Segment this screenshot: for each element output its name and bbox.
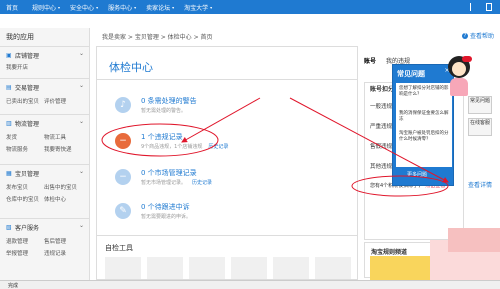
sidebar-section-trade: ▤ 交易管理 ⌄ 已卖出的宝贝 评价管理 (0, 78, 90, 114)
sidebar-link-warehouse[interactable]: 仓库中的宝贝 (6, 195, 39, 203)
sidebar-section-title[interactable]: ▥ 物流管理 (6, 119, 39, 128)
account-title: 账号扣分 (370, 86, 395, 93)
nav-rules[interactable]: 规则中心 (32, 3, 56, 12)
sidebar-link-express[interactable]: 我要寄快递 (44, 145, 72, 153)
chevron-down-icon[interactable]: ▾ (96, 5, 98, 10)
sidebar-section-title[interactable]: ▣ 店铺管理 (6, 51, 39, 60)
market-desc: 暂无市场管理记录。 历史记录 (141, 180, 213, 186)
tool-tile[interactable] (147, 257, 183, 279)
row-fake: 售假违规 (370, 144, 393, 150)
nav-security[interactable]: 安全中心 (70, 3, 94, 12)
breadcrumb[interactable]: 我是卖家 > 宝贝管理 > 体检中心 > 首页 (102, 32, 213, 41)
truck-icon: ▥ (6, 119, 12, 127)
violations-item: − 1 个违规记录 9个商品违规，1个店铺违规 历史记录 (115, 131, 345, 161)
sidebar-section-shop: ▣ 店铺管理 ⌄ 我要开店 (0, 46, 90, 78)
assistant-avatar[interactable] (444, 56, 474, 100)
market-item: − 0 个市场管理记录 暂无市场管理记录。 历史记录 (115, 167, 345, 197)
sidebar-link-check-center[interactable]: 体检中心 (44, 195, 66, 203)
sidebar-link-on-sale[interactable]: 出售中的宝贝 (44, 183, 77, 191)
minus-icon: − (115, 169, 131, 185)
sidebar-link-aftersale[interactable]: 售后管理 (44, 237, 66, 245)
divider (470, 3, 476, 11)
status-bar: 完成 (0, 280, 500, 289)
top-nav: 首页 规则中心 ▾ 安全中心 ▾ 服务中心 ▾ 卖家论坛 ▾ 淘宝大学 ▾ (0, 0, 500, 14)
chevron-down-icon[interactable]: ⌄ (79, 118, 84, 125)
shop-icon: ▣ (6, 51, 12, 59)
sidebar-link-logistics-service[interactable]: 物流服务 (6, 145, 28, 153)
chevron-down-icon[interactable]: ▾ (172, 5, 174, 10)
sidebar-link-reviews[interactable]: 评价管理 (44, 97, 66, 105)
history-link[interactable]: 历史记录 (208, 144, 228, 150)
help-link[interactable]: ? 查看帮助 (461, 31, 494, 40)
divider (97, 235, 357, 236)
sidebar-section-title[interactable]: ▧ 客户服务 (6, 223, 39, 232)
violations-desc: 9个商品违规，1个店铺违规 历史记录 (141, 144, 229, 150)
tool-tile[interactable] (273, 257, 309, 279)
faq-title: 常见问题 (397, 70, 425, 78)
decorative-blur (448, 228, 500, 252)
tool-tile[interactable] (105, 257, 141, 279)
nav-service[interactable]: 服务中心 (108, 3, 132, 12)
warnings-count[interactable]: 0 条需处理的警告 (141, 96, 197, 106)
row-serious: 严重违规 (370, 124, 393, 130)
row-other: 其他违规 (370, 164, 393, 170)
chevron-down-icon[interactable]: ⌄ (79, 82, 84, 89)
warnings-desc: 暂无需处理的警告。 (141, 108, 187, 114)
sidebar-title: 我的应用 (6, 33, 34, 41)
sidebar-link-logistics-tools[interactable]: 物流工具 (44, 133, 66, 141)
person-icon: ▧ (6, 223, 12, 231)
sidebar-link-sold[interactable]: 已卖出的宝贝 (6, 97, 39, 105)
box-icon: ▦ (6, 169, 12, 177)
tools-title: 自检工具 (105, 244, 133, 252)
online-service-button[interactable]: 在线客服 (468, 118, 492, 136)
faq-question[interactable]: 淘宝账户被处罚后扣的分什么时候清零？ (399, 131, 451, 143)
violations-count[interactable]: 1 个违规记录 (141, 132, 183, 142)
warnings-item: ♪ 0 条需处理的警告 暂无需处理的警告。 (115, 95, 345, 125)
main-panel: 体检中心 ♪ 0 条需处理的警告 暂无需处理的警告。 − 1 个违规记录 9个商… (96, 46, 358, 280)
chevron-down-icon[interactable]: ▾ (134, 5, 136, 10)
sidebar-link-ship[interactable]: 发货 (6, 133, 17, 141)
market-count[interactable]: 0 个市场管理记录 (141, 168, 197, 178)
sidebar: 我的应用 ▣ 店铺管理 ⌄ 我要开店 ▤ 交易管理 ⌄ 已卖出的宝贝 评价管理 ▥ 物… (0, 28, 90, 280)
chevron-down-icon[interactable]: ⌄ (79, 50, 84, 57)
appeal-count[interactable]: 0 个待跟进中诉 (141, 202, 190, 212)
faq-question[interactable]: 我的消保保证金要怎么解冻 (399, 111, 451, 123)
bell-icon: ♪ (115, 97, 131, 113)
nav-university[interactable]: 淘宝大学 (184, 3, 208, 12)
sidebar-section-items: ▦ 宝贝管理 ⌄ 发布宝贝 出售中的宝贝 仓库中的宝贝 体检中心 (0, 164, 90, 218)
row-general: 一般违规 (370, 104, 393, 110)
nav-home[interactable]: 首页 (6, 3, 18, 12)
sidebar-link-open-shop[interactable]: 我要开店 (6, 63, 28, 71)
sidebar-section-customer: ▧ 客户服务 ⌄ 退款管理 售后管理 举报管理 违规记录 (0, 218, 90, 280)
side-buttons: 常见问题 在线客服 (468, 92, 500, 250)
chevron-down-icon[interactable]: ⌄ (79, 168, 84, 175)
chevron-down-icon[interactable]: ▾ (210, 5, 212, 10)
minus-icon: − (115, 133, 131, 149)
history-link[interactable]: 历史记录 (192, 180, 212, 186)
more-questions-link[interactable]: 更多问题 (407, 171, 427, 178)
sidebar-section-logistics: ▥ 物流管理 ⌄ 发货 物流工具 物流服务 我要寄快递 (0, 114, 90, 164)
page-title: 体检中心 (109, 61, 153, 74)
tab-account[interactable]: 账号 (364, 56, 376, 65)
tool-tile[interactable] (315, 257, 351, 279)
nav-forum[interactable]: 卖家论坛 (146, 3, 170, 12)
chevron-down-icon[interactable]: ▾ (58, 5, 60, 10)
window-icon[interactable] (486, 3, 492, 11)
tool-icon: ✎ (115, 203, 131, 219)
sidebar-link-report[interactable]: 举报管理 (6, 249, 28, 257)
sidebar-link-refunds[interactable]: 退款管理 (6, 237, 28, 245)
tool-tile[interactable] (231, 257, 267, 279)
divider (97, 79, 357, 80)
sidebar-link-publish[interactable]: 发布宝贝 (6, 183, 28, 191)
status-text: 完成 (8, 283, 19, 289)
tool-tile[interactable] (189, 257, 225, 279)
sidebar-link-violations[interactable]: 违规记录 (44, 249, 66, 257)
trade-icon: ▤ (6, 83, 12, 91)
help-icon: ? (461, 32, 468, 39)
sidebar-section-title[interactable]: ▤ 交易管理 (6, 83, 39, 92)
appeal-item: ✎ 0 个待跟进中诉 暂无需要跟进的申诉。 (115, 201, 345, 231)
appeal-desc: 暂无需要跟进的申诉。 (141, 214, 192, 220)
sidebar-section-title[interactable]: ▦ 宝贝管理 (6, 169, 39, 178)
chevron-down-icon[interactable]: ⌄ (79, 222, 84, 229)
